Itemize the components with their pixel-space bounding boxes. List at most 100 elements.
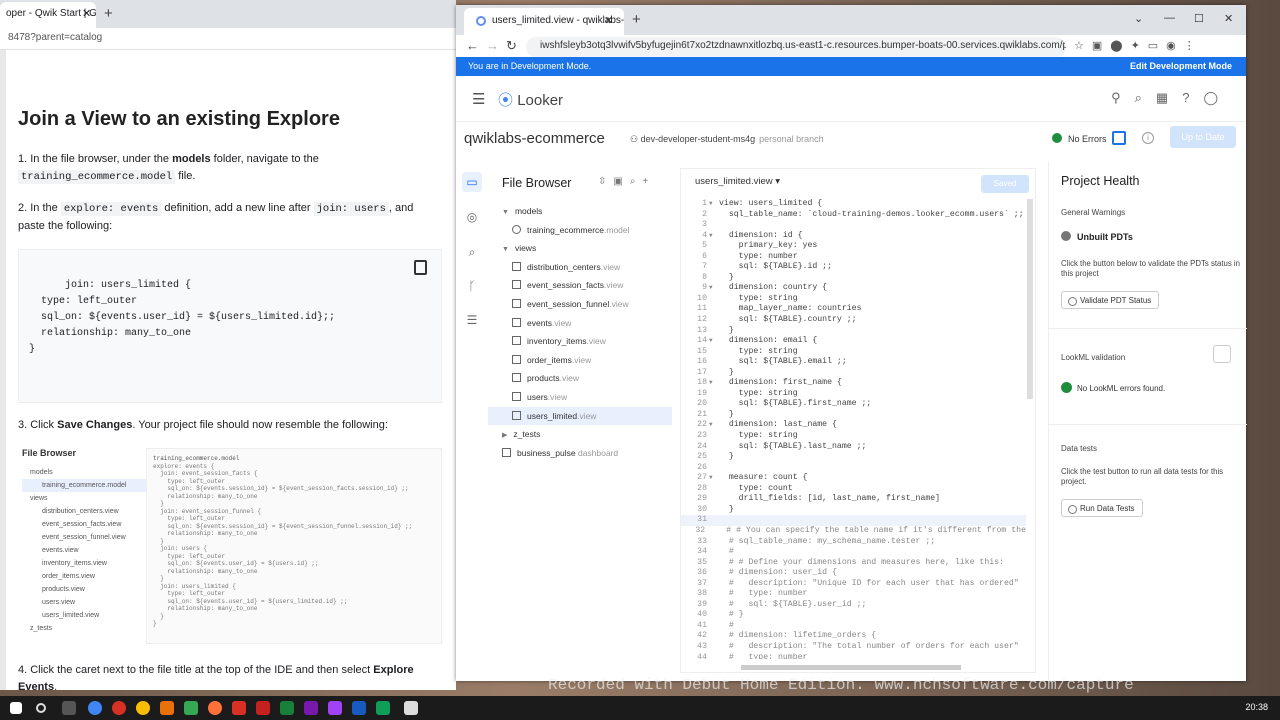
code-line[interactable]: 26 [681,463,1026,474]
back-icon[interactable]: ← [466,38,479,53]
app-icon[interactable] [184,701,198,715]
fold-icon[interactable] [709,220,719,231]
app-icon[interactable] [328,701,342,715]
fold-icon[interactable]: ▼ [709,420,719,431]
fold-icon[interactable] [709,347,719,358]
hamburger-menu-icon[interactable]: ☰ [472,90,485,108]
search-icon[interactable] [36,703,46,713]
file-item[interactable]: training_ecommerce.model [488,221,672,240]
code-line[interactable]: 35 # # Define your dimensions and measur… [681,558,1026,569]
up-to-date-button[interactable]: Up to Date [1170,126,1236,148]
file-item[interactable]: distribution_centers.view [488,258,672,277]
code-line[interactable]: 31 [681,515,1026,526]
code-line[interactable]: 23 type: string [681,431,1026,442]
fold-icon[interactable] [709,357,719,368]
code-line[interactable]: 36 # dimension: user_id { [681,568,1026,579]
code-line[interactable]: 28 type: count [681,484,1026,495]
file-item[interactable]: ▶ z_tests [488,425,672,444]
fold-icon[interactable] [709,621,719,632]
app-icon[interactable] [404,701,418,715]
fold-icon[interactable] [709,515,719,526]
fold-icon[interactable] [709,558,719,569]
file-item[interactable]: ▼ views [488,239,672,258]
fold-icon[interactable] [709,537,719,548]
onenote-icon[interactable] [304,701,318,715]
fold-icon[interactable] [709,494,719,505]
app-icon[interactable] [376,701,390,715]
run-data-tests-button[interactable]: Run Data Tests [1061,499,1143,517]
chevron-right-icon[interactable]: ▶ [502,432,507,439]
fold-icon[interactable]: ▼ [709,473,719,484]
compass-icon[interactable]: ◎ [462,207,482,227]
file-item[interactable]: events.view [488,314,672,333]
chrome-icon[interactable] [136,701,150,715]
ide-toggle-icon[interactable] [1112,131,1126,145]
fold-icon[interactable] [709,210,719,221]
code-line[interactable]: 40 # } [681,610,1026,621]
code-line[interactable]: 32 # # You can specify the table name if… [681,526,1026,537]
code-line[interactable]: 6 type: number [681,252,1026,263]
fold-icon[interactable] [709,547,719,558]
validate-pdt-button[interactable]: Validate PDT Status [1061,291,1160,309]
git-branch-icon[interactable]: ᚴ [462,276,482,296]
code-line[interactable]: 29 drill_fields: [id, last_name, first_n… [681,494,1026,505]
file-item[interactable]: event_session_facts.view [488,276,672,295]
fold-icon[interactable] [709,389,719,400]
extension-icons[interactable]: ☆▣⬤✦▭◉⋮ [1074,39,1203,52]
code-line[interactable]: 18 ▼ dimension: first_name { [681,378,1026,389]
fold-icon[interactable] [709,241,719,252]
copy-icon[interactable] [414,260,427,275]
fold-icon[interactable] [709,294,719,305]
file-item[interactable]: products.view [488,369,672,388]
code-line[interactable]: 39 # sql: ${TABLE}.user_id ;; [681,600,1026,611]
code-line[interactable]: 9 ▼ dimension: country { [681,283,1026,294]
code-line[interactable]: 5 primary_key: yes [681,241,1026,252]
code-line[interactable]: 30 } [681,505,1026,516]
fold-icon[interactable] [709,642,719,653]
file-item[interactable]: order_items.view [488,351,672,370]
code-line[interactable]: 44 # type: number [681,653,1026,659]
code-line[interactable]: 14 ▼ dimension: email { [681,336,1026,347]
forward-icon[interactable]: → [486,38,499,53]
fold-icon[interactable] [709,653,719,659]
start-icon[interactable] [10,702,22,714]
looker-tab[interactable]: users_limited.view - qwiklabs-ec [464,8,624,35]
fold-icon[interactable] [709,631,719,642]
code-line[interactable]: 11 map_layer_name: countries [681,304,1026,315]
fold-icon[interactable] [709,600,719,611]
code-line[interactable]: 15 type: string [681,347,1026,358]
fold-icon[interactable] [709,410,719,421]
code-line[interactable]: 27 ▼ measure: count { [681,473,1026,484]
code-line[interactable]: 22 ▼ dimension: last_name { [681,420,1026,431]
fold-icon[interactable] [709,326,719,337]
fold-icon[interactable]: ▼ [709,231,719,242]
file-item[interactable]: users.view [488,388,672,407]
fold-icon[interactable] [707,526,716,537]
fold-icon[interactable]: ▼ [709,199,719,210]
fold-icon[interactable] [709,399,719,410]
file-title[interactable]: users_limited.view ▾ [695,176,780,187]
code-line[interactable]: 43 # description: "The total number of o… [681,642,1026,653]
fold-icon[interactable] [709,505,719,516]
close-icon[interactable]: ✕ [82,7,91,20]
chevron-down-icon[interactable]: ⌄ [1134,12,1143,25]
fold-icon[interactable]: ▼ [709,283,719,294]
code-line[interactable]: 37 # description: "Unique ID for each us… [681,579,1026,590]
code-line[interactable]: 3 [681,220,1026,231]
opera-icon[interactable] [112,701,126,715]
code-line[interactable]: 10 type: string [681,294,1026,305]
file-item[interactable]: ▼ models [488,202,672,221]
powerpoint-icon[interactable] [256,701,270,715]
fold-icon[interactable] [709,452,719,463]
fold-icon[interactable] [709,589,719,600]
edit-dev-mode-link[interactable]: Edit Development Mode [1130,61,1232,71]
excel-icon[interactable] [280,701,294,715]
fold-icon[interactable] [709,610,719,621]
settings-sliders-icon[interactable]: ☰ [462,310,482,330]
code-editor[interactable]: users_limited.view ▾ Saved 1 ▼ view: users… [680,168,1036,673]
fold-icon[interactable] [709,463,719,474]
save-button[interactable]: Saved [981,175,1029,193]
fold-icon[interactable]: ▼ [709,336,719,347]
fold-icon[interactable] [709,368,719,379]
reload-icon[interactable]: ↻ [506,38,517,54]
